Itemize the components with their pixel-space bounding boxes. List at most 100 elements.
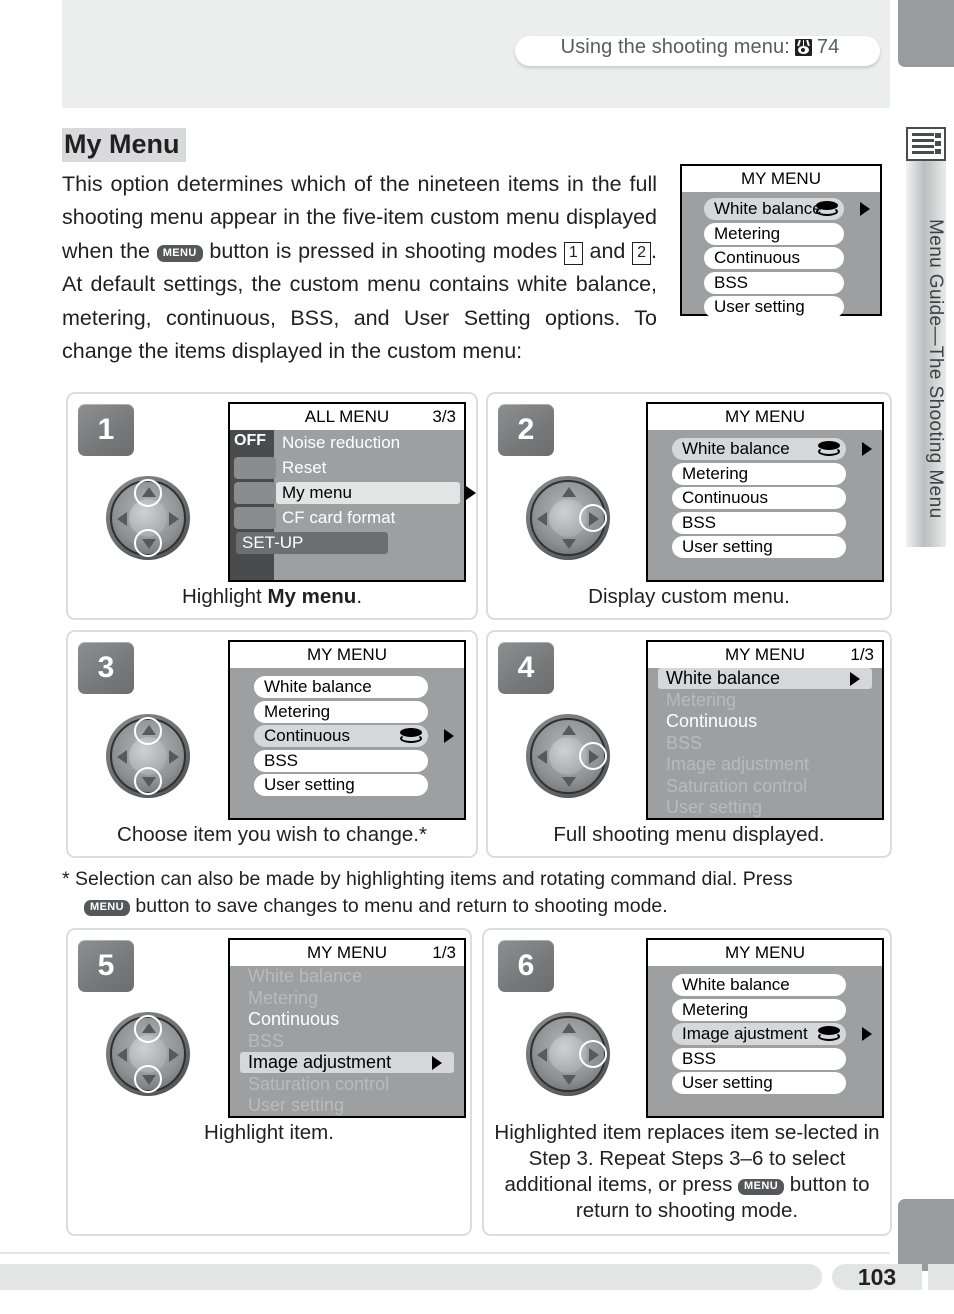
menu-item[interactable]: User setting — [240, 1095, 454, 1116]
step-2-screen-title: MY MENU — [648, 404, 882, 430]
menu-item[interactable]: Continuous — [254, 725, 454, 747]
selector-left-icon[interactable] — [117, 512, 127, 526]
footer-band — [0, 1264, 822, 1290]
menu-item[interactable]: White balance — [672, 438, 872, 460]
step-3-title-label: MY MENU — [307, 645, 387, 664]
step-2-screen: MY MENU White balance Metering Continuous B… — [646, 402, 884, 582]
menu-item[interactable]: Continuous — [672, 487, 846, 509]
chevron-right-icon — [862, 442, 872, 456]
menu-item[interactable]: BSS — [658, 733, 872, 754]
menu-item[interactable]: Metering — [658, 690, 872, 711]
menu-item-label: Image ajustment — [682, 1024, 808, 1043]
intro-and: and — [589, 238, 626, 263]
white-balance-icon — [816, 201, 838, 217]
menu-item-label: Saturation control — [666, 775, 808, 796]
menu-item[interactable]: Saturation control — [658, 776, 872, 797]
intro-text-2: button is pressed in shooting modes — [209, 238, 558, 263]
menu-item[interactable]: Image adjustment — [240, 1052, 454, 1073]
menu-item[interactable]: BSS — [240, 1031, 454, 1052]
step-4-screen: MY MENU 1/3 White balance Metering Continu… — [646, 640, 884, 820]
step-3-screen-title: MY MENU — [230, 642, 464, 668]
menu-item-label: BSS — [264, 750, 299, 770]
menu-item[interactable]: Image adjustment — [658, 754, 872, 775]
multi-selector-6[interactable] — [526, 1012, 610, 1096]
menu-item[interactable]: White balance — [658, 668, 872, 689]
menu-item[interactable]: White balance — [704, 198, 870, 220]
menu-item[interactable]: Metering — [672, 998, 846, 1021]
menu-icon-tab — [234, 482, 276, 504]
menu-item[interactable]: BSS — [672, 511, 846, 534]
step-3-screen-body: White balance Metering Continuous BSS User s… — [254, 676, 454, 799]
selector-left-icon[interactable] — [537, 750, 547, 764]
menu-item-label: White balance — [666, 668, 781, 688]
menu-item-label: User setting — [264, 775, 355, 794]
menu-item-label: Continuous — [248, 1009, 340, 1029]
menu-item[interactable]: Metering — [672, 462, 846, 485]
footer-rule — [0, 1252, 890, 1254]
selector-down-icon[interactable] — [562, 1075, 576, 1085]
selector-down-icon[interactable] — [562, 777, 576, 787]
menu-item[interactable]: User setting — [672, 1072, 846, 1094]
menu-item[interactable]: User setting — [672, 536, 846, 558]
menu-item[interactable]: Saturation control — [240, 1074, 454, 1095]
selector-right-icon[interactable] — [169, 750, 179, 764]
menu-item[interactable]: Metering — [704, 222, 844, 245]
selector-left-icon[interactable] — [117, 1048, 127, 1062]
selector-left-icon[interactable] — [537, 512, 547, 526]
menu-item[interactable]: BSS — [254, 749, 428, 772]
menu-item[interactable]: Image ajustment — [672, 1023, 872, 1045]
step-1-caption-text: Highlight — [181, 585, 268, 608]
menu-item[interactable]: BSS — [704, 271, 844, 294]
menu-item[interactable]: Reset — [276, 457, 460, 479]
chevron-right-icon — [444, 729, 454, 743]
multi-selector-3[interactable] — [106, 714, 190, 798]
menu-item[interactable]: User setting — [658, 797, 872, 818]
selector-left-icon[interactable] — [117, 750, 127, 764]
menu-item[interactable]: Noise reduction — [276, 432, 460, 454]
menu-item-label: White balance — [682, 439, 790, 458]
selector-down-icon[interactable] — [562, 539, 576, 549]
selector-right-icon[interactable] — [169, 1048, 179, 1062]
header-reference-label: Using the shooting menu: — [560, 35, 790, 58]
menu-item[interactable]: SET-UP — [236, 532, 388, 554]
multi-selector-2[interactable] — [526, 476, 610, 560]
menu-item-label: Noise reduction — [282, 433, 401, 452]
step-2-caption: Display custom menu. — [588, 585, 790, 608]
menu-item[interactable]: Continuous — [240, 1009, 454, 1030]
menu-item[interactable]: White balance — [672, 974, 846, 996]
step-3-caption: Choose item you wish to change.* — [117, 823, 427, 846]
multi-selector-5[interactable] — [106, 1012, 190, 1096]
menu-item[interactable]: User setting — [254, 774, 428, 796]
menu-item[interactable]: Metering — [240, 988, 454, 1009]
header-reference: Using the shooting menu: 74 — [520, 30, 880, 64]
step-card-3: 3 MY MENU White balance Metering Continuou… — [66, 630, 478, 858]
menu-item[interactable]: Continuous — [704, 247, 844, 269]
selector-up-icon[interactable] — [562, 1023, 576, 1033]
step-5-screen-body: White balance Metering Continuous BSS Image … — [240, 966, 454, 1117]
multi-selector-1[interactable] — [106, 476, 190, 560]
selector-left-icon[interactable] — [537, 1048, 547, 1062]
menu-item[interactable]: BSS — [672, 1047, 846, 1070]
menu-item[interactable]: User setting — [704, 296, 844, 318]
selector-up-icon[interactable] — [562, 487, 576, 497]
step-6-screen: MY MENU White balance Metering Image ajust… — [646, 938, 884, 1118]
selector-right-icon[interactable] — [169, 512, 179, 526]
chevron-right-icon — [860, 202, 870, 216]
step-badge-1: 1 — [78, 404, 134, 456]
menu-item[interactable]: Continuous — [658, 711, 872, 732]
menu-item[interactable]: White balance — [240, 966, 454, 987]
footnote: * Selection can also be made by highligh… — [62, 866, 894, 920]
menu-item[interactable]: CF card format — [276, 507, 460, 529]
menu-item[interactable]: Metering — [254, 700, 428, 723]
selector-up-icon[interactable] — [562, 725, 576, 735]
menu-item-label: BSS — [248, 1030, 285, 1051]
step-4-screen-title: MY MENU 1/3 — [648, 642, 882, 668]
menu-item[interactable]: My menu — [276, 482, 476, 504]
step-6-caption: Highlighted item replaces item se-lected… — [488, 1120, 886, 1224]
multi-selector-4[interactable] — [526, 714, 610, 798]
step-badge-2: 2 — [498, 404, 554, 456]
menu-item[interactable]: White balance — [254, 676, 428, 698]
page-title: My Menu — [62, 128, 186, 163]
side-tab-label: Menu Guide—The Shooting Menu — [925, 219, 946, 519]
step-3-screen: MY MENU White balance Metering Continuous B… — [228, 640, 466, 820]
